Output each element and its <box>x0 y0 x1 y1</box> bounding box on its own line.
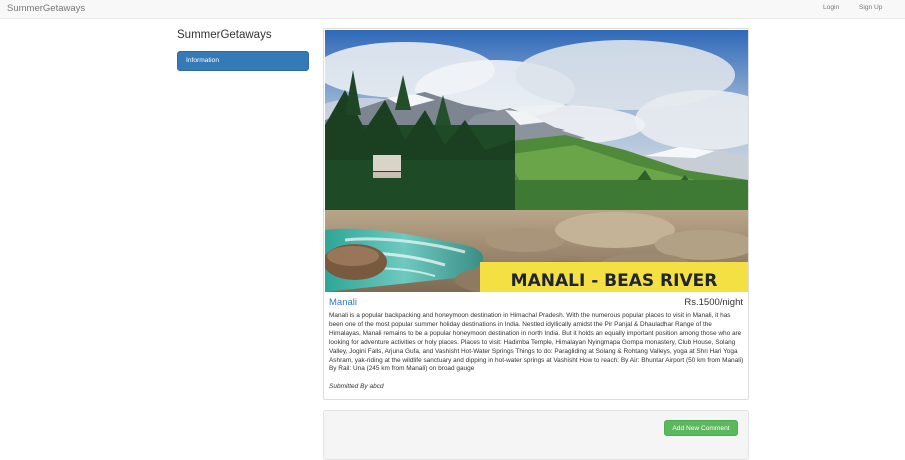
add-new-comment-button[interactable]: Add New Comment <box>664 420 738 436</box>
place-name-link[interactable]: Manali <box>329 297 357 308</box>
sidebar-item-information[interactable]: Information <box>177 51 309 71</box>
brand-link[interactable]: SummerGetaways <box>7 3 85 14</box>
listing-image: MANALI - BEAS RIVER <box>325 30 748 292</box>
listing-card: MANALI - BEAS RIVER Manali Rs.1500/night… <box>323 28 749 400</box>
comments-section: Add New Comment <box>323 410 749 460</box>
listing-caption-row: Manali Rs.1500/night <box>329 297 743 311</box>
image-caption-text: MANALI - BEAS RIVER <box>511 271 718 291</box>
sidebar-item-label: Information <box>186 57 219 64</box>
place-price: Rs.1500/night <box>684 297 743 308</box>
navbar-right-links: Login Sign Up <box>815 4 905 16</box>
manali-landscape-image: MANALI - BEAS RIVER <box>325 30 748 292</box>
place-description: Manali is a popular backpacking and hone… <box>329 312 744 373</box>
top-navbar: SummerGetaways Login Sign Up <box>0 0 905 19</box>
signup-link[interactable]: Sign Up <box>859 4 882 11</box>
login-link[interactable]: Login <box>823 4 839 11</box>
sidebar-title: SummerGetaways <box>177 29 272 41</box>
submitted-by: Submitted By abcd <box>329 383 384 390</box>
